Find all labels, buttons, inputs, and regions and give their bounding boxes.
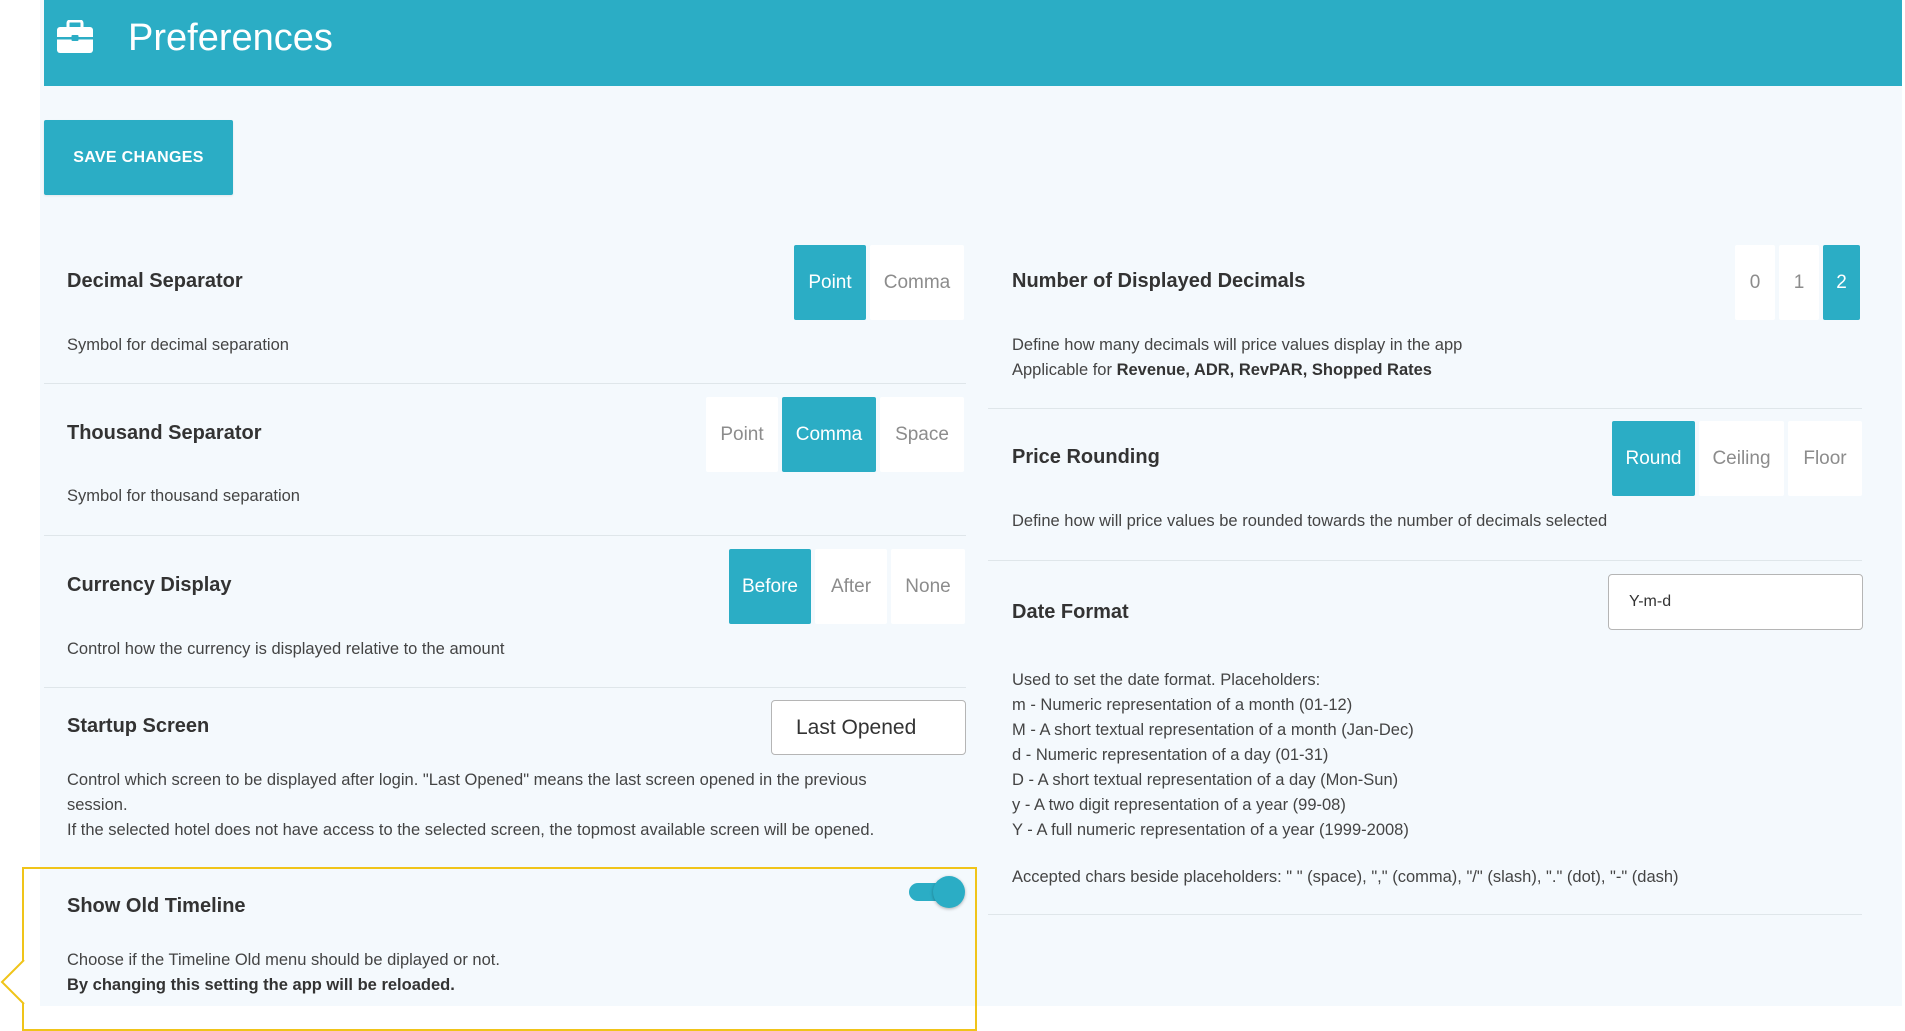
setting-description-line: If the selected hotel does not have acce… — [67, 821, 875, 839]
setting-description-line: Control which screen to be displayed aft… — [67, 771, 867, 789]
currency-display-options: Before After None — [729, 549, 965, 624]
reload-warning-text: By changing this setting the app will be… — [67, 976, 455, 994]
page-title: Preferences — [128, 17, 333, 59]
option-ceiling[interactable]: Ceiling — [1699, 421, 1784, 496]
thousand-separator-options: Point Comma Space — [706, 397, 964, 472]
option-floor[interactable]: Floor — [1788, 421, 1862, 496]
setting-name: Show Old Timeline — [67, 895, 246, 917]
price-rounding-options: Round Ceiling Floor — [1612, 421, 1862, 496]
callout-pointer — [0, 960, 25, 1004]
option-before[interactable]: Before — [729, 549, 811, 624]
divider — [44, 383, 966, 384]
toggle-knob — [933, 876, 965, 908]
date-format-help-line: D - A short textual representation of a … — [1012, 771, 1399, 789]
option-none[interactable]: None — [891, 549, 965, 624]
date-format-help-line: Y - A full numeric representation of a y… — [1012, 821, 1409, 839]
date-format-help-line: m - Numeric representation of a month (0… — [1012, 696, 1353, 714]
divider — [988, 914, 1862, 915]
option-space[interactable]: Space — [880, 397, 964, 472]
setting-name: Currency Display — [67, 574, 232, 596]
date-format-help-line: y - A two digit representation of a year… — [1012, 796, 1346, 814]
option-comma[interactable]: Comma — [782, 397, 876, 472]
date-format-accepted-chars: Accepted chars beside placeholders: " " … — [1012, 868, 1679, 886]
option-1[interactable]: 1 — [1779, 245, 1819, 320]
setting-name: Decimal Separator — [67, 270, 243, 292]
divider — [44, 687, 966, 688]
date-format-input[interactable] — [1608, 574, 1863, 630]
startup-screen-select[interactable]: Last Opened — [771, 700, 966, 755]
setting-name: Startup Screen — [67, 715, 210, 737]
setting-description-line: session. — [67, 796, 128, 814]
setting-name: Date Format — [1012, 601, 1129, 623]
app-background — [40, 0, 1902, 1006]
divider — [988, 408, 1862, 409]
date-format-help-line: Used to set the date format. Placeholder… — [1012, 671, 1321, 689]
divider — [988, 560, 1862, 561]
option-0[interactable]: 0 — [1735, 245, 1775, 320]
reload-warning: By changing this setting the app will be… — [67, 973, 455, 998]
option-round[interactable]: Round — [1612, 421, 1695, 496]
date-format-help-line: d - Numeric representation of a day (01-… — [1012, 746, 1329, 764]
option-comma[interactable]: Comma — [870, 245, 964, 320]
briefcase-icon — [56, 19, 94, 54]
show-old-timeline-toggle[interactable] — [909, 876, 965, 908]
option-point[interactable]: Point — [706, 397, 778, 472]
option-point[interactable]: Point — [794, 245, 866, 320]
date-format-help-line: M - A short textual representation of a … — [1012, 721, 1414, 739]
applicable-prefix: Applicable for — [1012, 361, 1117, 379]
divider — [44, 535, 966, 536]
setting-description: Control how the currency is displayed re… — [67, 640, 505, 658]
decimal-separator-options: Point Comma — [794, 245, 964, 320]
header-bar: Preferences — [44, 0, 1902, 86]
option-after[interactable]: After — [815, 549, 887, 624]
setting-description: Symbol for decimal separation — [67, 336, 289, 354]
setting-description: Choose if the Timeline Old menu should b… — [67, 951, 500, 969]
save-changes-button[interactable]: SAVE CHANGES — [44, 120, 233, 195]
option-2[interactable]: 2 — [1823, 245, 1860, 320]
setting-description: Symbol for thousand separation — [67, 487, 300, 505]
displayed-decimals-options: 0 1 2 — [1735, 245, 1860, 320]
setting-name: Thousand Separator — [67, 422, 262, 444]
setting-applicable: Applicable for Revenue, ADR, RevPAR, Sho… — [1012, 358, 1432, 383]
applicable-items: Revenue, ADR, RevPAR, Shopped Rates — [1116, 361, 1432, 379]
setting-name: Price Rounding — [1012, 446, 1160, 468]
setting-name: Number of Displayed Decimals — [1012, 270, 1306, 292]
setting-description: Define how will price values be rounded … — [1012, 512, 1608, 530]
setting-description: Define how many decimals will price valu… — [1012, 336, 1463, 354]
